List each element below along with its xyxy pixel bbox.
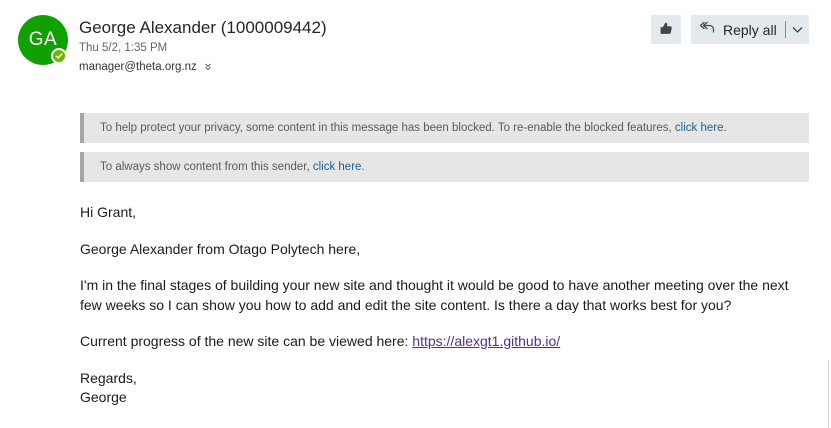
message-body: Hi Grant, George Alexander from Otago Po… [80,203,810,408]
reply-all-label: Reply all [723,21,777,38]
sender-name[interactable]: George Alexander (1000009442) [79,18,327,38]
like-button[interactable] [651,15,681,44]
thumbs-up-icon [659,21,673,38]
greeting: Hi Grant, [80,204,137,220]
trust-sender-link[interactable]: click here. [313,161,365,173]
sender-address-row: manager@theta.org.nz [79,61,212,73]
reply-all-button[interactable]: Reply all [691,15,777,44]
main-paragraph: I'm in the final stages of building your… [80,277,789,313]
reply-all-split-button: Reply all [691,15,809,44]
avatar-initials: GA [28,29,58,50]
chevron-down-icon [792,21,803,39]
blocked-content-text: To help protect your privacy, some conte… [100,122,675,134]
signature: George [80,389,127,405]
email-reading-pane: GA George Alexander (1000009442) Thu 5/2… [0,0,831,428]
progress-line: Current progress of the new site can be … [80,332,810,352]
signoff: Regards, [80,369,137,386]
expand-recipients-icon[interactable] [204,63,212,71]
reenable-content-link[interactable]: click here. [675,122,727,134]
blocked-content-notice: To help protect your privacy, some conte… [80,113,809,143]
site-link[interactable]: https://alexgt1.github.io/ [412,333,560,349]
reply-options-dropdown[interactable] [786,15,809,44]
reply-all-icon [699,19,715,40]
intro-line: George Alexander from Otago Polytech her… [80,240,361,257]
progress-text: Current progress of the new site can be … [80,333,413,349]
presence-status-icon [51,48,67,64]
sent-date: Thu 5/2, 1:35 PM [79,42,168,54]
scrollbar[interactable] [828,360,829,428]
trust-sender-text: To always show content from this sender, [100,161,313,173]
sender-address[interactable]: manager@theta.org.nz [79,61,197,73]
trust-sender-notice: To always show content from this sender,… [80,152,809,182]
